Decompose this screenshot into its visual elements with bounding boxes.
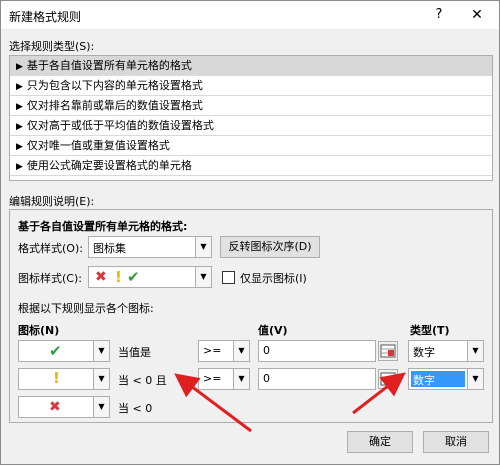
cross-icon: ✖ <box>95 269 107 285</box>
chevron-down-icon: ▼ <box>233 341 249 361</box>
chevron-down-icon: ▼ <box>93 341 109 361</box>
chevron-down-icon: ▼ <box>195 237 211 257</box>
edit-rule-panel: 基于各自值设置所有单元格的格式: 格式样式(O): 图标集 ▼ 反转图标次序(D… <box>9 209 493 423</box>
range-select-icon[interactable] <box>378 369 398 389</box>
chevron-down-icon: ▼ <box>467 341 483 361</box>
edit-rule-label: 编辑规则说明(E): <box>9 195 95 208</box>
close-button[interactable]: ✕ <box>467 5 487 25</box>
operator-select-row2[interactable]: >= ▼ <box>198 368 250 390</box>
icon-select-row3[interactable]: ✖ ▼ <box>18 396 110 418</box>
rule-type-item[interactable]: ▶ 仅对排名靠前或靠后的数值设置格式 <box>10 96 492 116</box>
cancel-button[interactable]: 取消 <box>423 431 489 453</box>
format-style-label: 格式样式(O): <box>18 242 83 255</box>
chevron-down-icon: ▼ <box>467 369 483 389</box>
rule-type-label: 选择规则类型(S): <box>9 40 95 53</box>
value-input-row1[interactable]: 0 <box>258 340 376 362</box>
check-icon: ✔ <box>127 268 140 286</box>
column-header-icon: 图标(N) <box>18 324 60 337</box>
rule-type-item[interactable]: ▶ 仅对高于或低于平均值的数值设置格式 <box>10 116 492 136</box>
title-bar: 新建格式规则 ? ✕ <box>1 1 499 29</box>
chevron-down-icon: ▼ <box>93 369 109 389</box>
condition-label-row3: 当 < 0 <box>118 402 153 415</box>
icon-style-label: 图标样式(C): <box>18 272 82 285</box>
rule-type-item[interactable]: ▶ 只为包含以下内容的单元格设置格式 <box>10 76 492 96</box>
exclamation-icon: ! <box>53 369 60 387</box>
type-select-row1[interactable]: 数字 ▼ <box>408 340 484 362</box>
rule-type-item[interactable]: ▶ 使用公式确定要设置格式的单元格 <box>10 156 492 176</box>
condition-label-row1: 当值是 <box>118 346 151 359</box>
value-input-row2[interactable]: 0 <box>258 368 376 390</box>
type-select-row2[interactable]: 数字 ▼ <box>408 368 484 390</box>
column-header-value: 值(V) <box>258 324 288 337</box>
icon-style-select[interactable]: ✖ ! ✔ ▼ <box>88 266 212 288</box>
chevron-down-icon: ▼ <box>195 267 211 287</box>
column-header-type: 类型(T) <box>410 324 450 337</box>
triangle-icon: ▶ <box>16 162 23 172</box>
icon-select-row1[interactable]: ✔ ▼ <box>18 340 110 362</box>
chevron-down-icon: ▼ <box>233 369 249 389</box>
new-format-rule-dialog: 新建格式规则 ? ✕ 选择规则类型(S): ▶ 基于各自值设置所有单元格的格式 ▶… <box>0 0 500 465</box>
rule-description-header: 基于各自值设置所有单元格的格式: <box>18 220 188 233</box>
exclamation-icon: ! <box>115 268 122 286</box>
triangle-icon: ▶ <box>16 82 23 92</box>
cross-icon: ✖ <box>49 399 61 415</box>
format-style-select[interactable]: 图标集 ▼ <box>88 236 212 258</box>
triangle-icon: ▶ <box>16 62 23 72</box>
show-icon-only-checkbox[interactable] <box>222 271 235 284</box>
range-select-icon[interactable] <box>378 341 398 361</box>
triangle-icon: ▶ <box>16 102 23 112</box>
triangle-icon: ▶ <box>16 122 23 132</box>
icon-select-row2[interactable]: ! ▼ <box>18 368 110 390</box>
rule-type-item[interactable]: ▶ 基于各自值设置所有单元格的格式 <box>10 56 492 76</box>
help-button[interactable]: ? <box>429 5 449 25</box>
rule-type-list[interactable]: ▶ 基于各自值设置所有单元格的格式 ▶ 只为包含以下内容的单元格设置格式 ▶ 仅对排名… <box>9 55 493 181</box>
condition-label-row2: 当 < 0 且 <box>118 374 167 387</box>
ok-button[interactable]: 确定 <box>347 431 413 453</box>
dialog-title: 新建格式规则 <box>9 10 82 24</box>
rule-type-item[interactable]: ▶ 仅对唯一值或重复值设置格式 <box>10 136 492 156</box>
triangle-icon: ▶ <box>16 142 23 152</box>
rules-caption: 根据以下规则显示各个图标: <box>18 302 154 315</box>
show-icon-only-label: 仅显示图标(I) <box>240 272 307 285</box>
operator-select-row1[interactable]: >= ▼ <box>198 340 250 362</box>
chevron-down-icon: ▼ <box>93 397 109 417</box>
check-icon: ✔ <box>49 342 62 360</box>
reverse-icon-order-button[interactable]: 反转图标次序(D) <box>220 236 320 258</box>
